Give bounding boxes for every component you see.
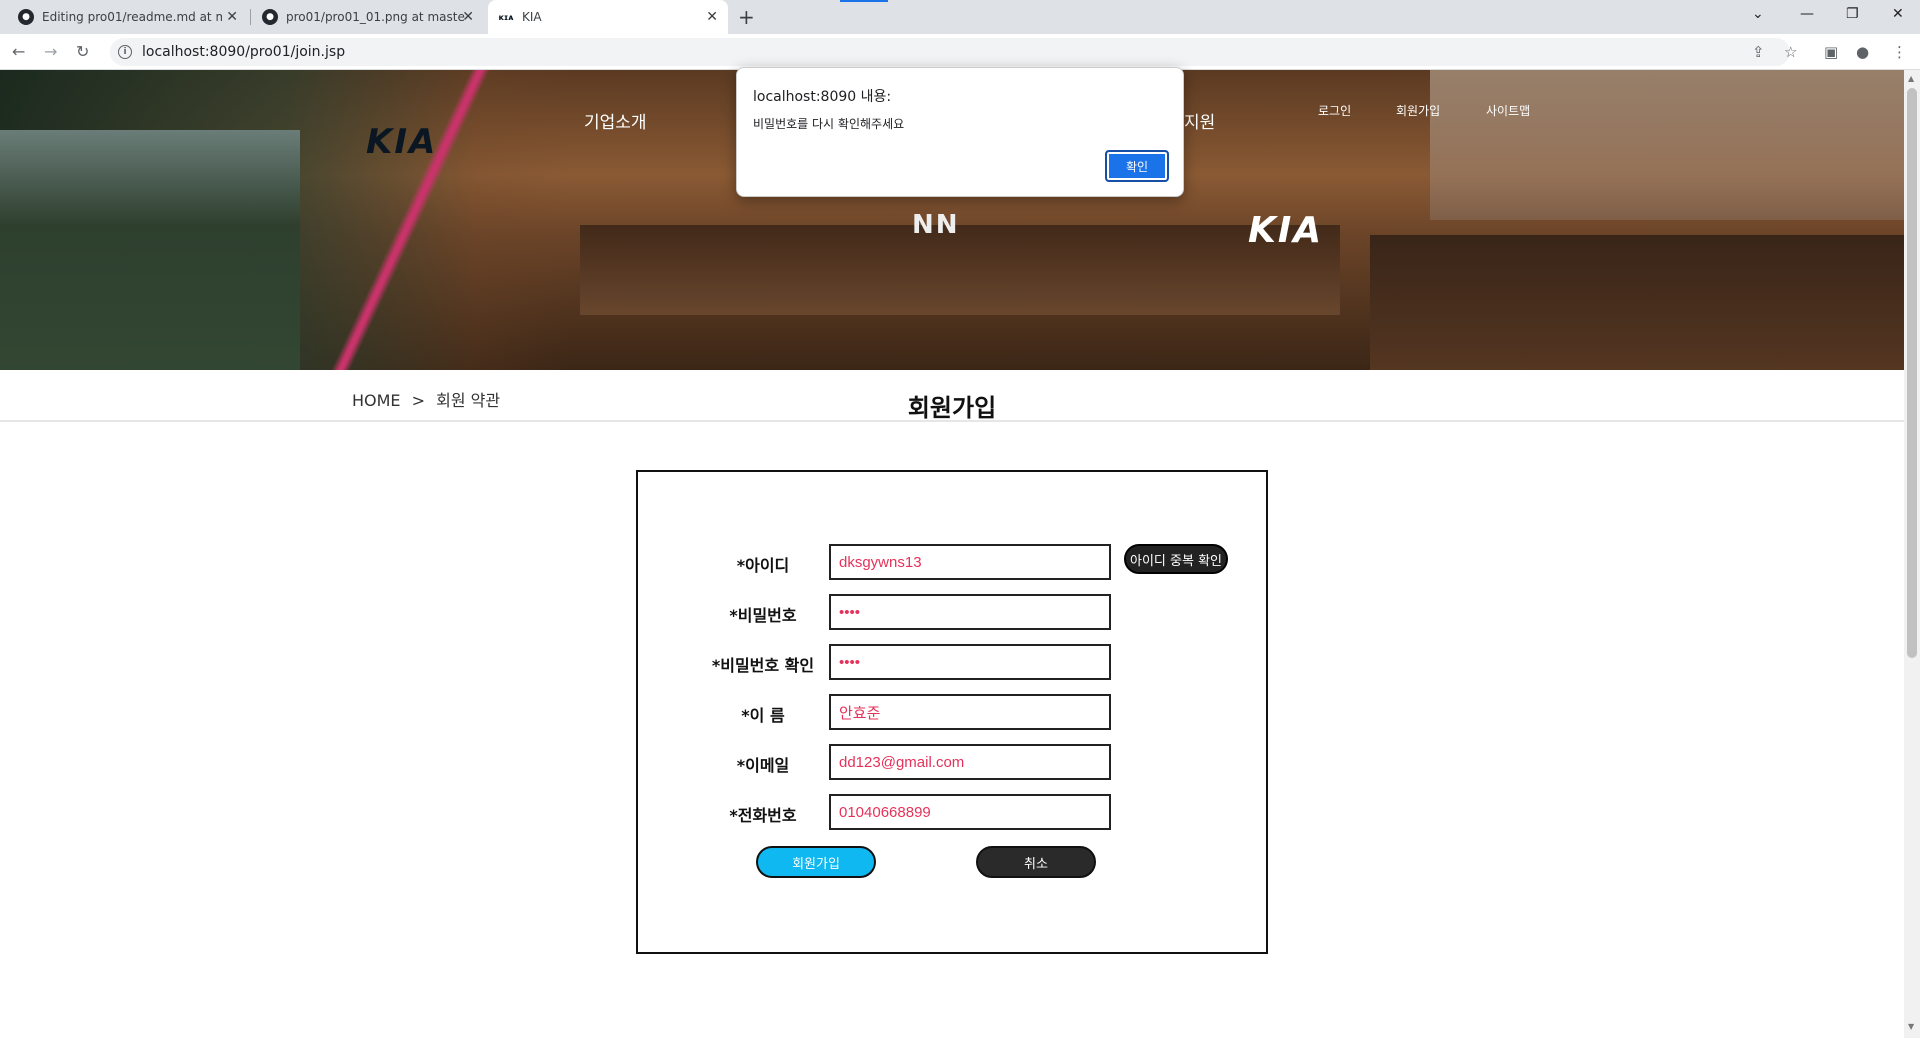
- github-icon: ●: [18, 9, 34, 25]
- cancel-button[interactable]: 취소: [976, 846, 1096, 878]
- login-link[interactable]: 로그인: [1318, 102, 1351, 119]
- page-scrollbar[interactable]: ▲ ▼: [1904, 70, 1920, 1038]
- reload-icon[interactable]: ↻: [76, 42, 89, 61]
- menu-icon[interactable]: ⋮: [1892, 43, 1907, 61]
- name-input[interactable]: 안효준: [829, 694, 1111, 730]
- restore-icon[interactable]: ❐: [1846, 6, 1859, 22]
- form-row-password-confirm: *비밀번호 확인 ••••: [638, 644, 1268, 680]
- scroll-up-icon[interactable]: ▲: [1908, 74, 1914, 83]
- close-icon[interactable]: ✕: [706, 9, 718, 25]
- form-row-id: *아이디 dksgywns13 아이디 중복 확인: [638, 544, 1268, 580]
- tab-kia[interactable]: ᴋɪᴀ KIA ✕: [488, 0, 728, 34]
- password-confirm-input[interactable]: ••••: [829, 644, 1111, 680]
- password-label: *비밀번호: [729, 606, 797, 625]
- sitemap-link[interactable]: 사이트맵: [1486, 102, 1530, 119]
- signup-submit-button[interactable]: 회원가입: [756, 846, 876, 878]
- tab-bar: ● Editing pro01/readme.md at ma ✕ ● pro0…: [0, 0, 1920, 34]
- form-row-email: *이메일 dd123@gmail.com: [638, 744, 1268, 780]
- tab-title: pro01/pro01_01.png at master: [286, 10, 466, 24]
- tab-title: KIA: [522, 10, 542, 24]
- github-icon: ●: [262, 9, 278, 25]
- kia-logo[interactable]: KIA: [366, 122, 437, 162]
- form-row-name: *이 름 안효준: [638, 694, 1268, 730]
- nav-item-support[interactable]: 지원: [1184, 108, 1215, 133]
- form-row-phone: *전화번호 01040668899: [638, 794, 1268, 830]
- alert-dialog: localhost:8090 내용: 비밀번호를 다시 확인해주세요 확인: [736, 67, 1184, 197]
- id-duplicate-check-button[interactable]: 아이디 중복 확인: [1124, 544, 1228, 574]
- alert-title: localhost:8090 내용:: [753, 89, 892, 105]
- minimize-icon[interactable]: —: [1800, 6, 1814, 22]
- tab-github-png[interactable]: ● pro01/pro01_01.png at master ✕: [252, 0, 484, 34]
- phone-input[interactable]: 01040668899: [829, 794, 1111, 830]
- kia-icon: ᴋɪᴀ: [498, 12, 514, 22]
- page-title: 회원가입: [907, 394, 997, 422]
- info-icon[interactable]: i: [118, 45, 132, 59]
- side-panel-icon[interactable]: ▣: [1824, 43, 1838, 61]
- window-close-icon[interactable]: ✕: [1892, 6, 1904, 22]
- tab-title: Editing pro01/readme.md at ma: [42, 10, 222, 24]
- page-content: KIA NN KIA 기업소개 지원 로그인 회원가입 사이트맵 HOME > …: [0, 70, 1904, 1038]
- url-text: localhost:8090/pro01/join.jsp: [142, 44, 346, 60]
- bookmark-star-icon[interactable]: ☆: [1784, 43, 1797, 61]
- scroll-down-icon[interactable]: ▼: [1908, 1022, 1914, 1031]
- profile-icon[interactable]: ●: [1856, 43, 1869, 61]
- scroll-thumb[interactable]: [1907, 88, 1917, 658]
- phone-label: *전화번호: [729, 806, 797, 825]
- browser-toolbar: ← → ↻ i localhost:8090/pro01/join.jsp ⇪ …: [0, 34, 1920, 70]
- form-row-password: *비밀번호 ••••: [638, 594, 1268, 630]
- nav-item-company[interactable]: 기업소개: [584, 108, 647, 133]
- back-icon[interactable]: ←: [12, 42, 25, 61]
- hero-sign-nn: NN: [912, 210, 960, 240]
- alert-ok-button[interactable]: 확인: [1105, 150, 1169, 182]
- alert-message: 비밀번호를 다시 확인해주세요: [753, 117, 905, 131]
- email-label: *이메일: [736, 756, 790, 775]
- tab-search-icon[interactable]: ⌄: [1752, 6, 1764, 22]
- close-icon[interactable]: ✕: [462, 9, 474, 25]
- password-confirm-label: *비밀번호 확인: [711, 656, 815, 675]
- forward-icon[interactable]: →: [44, 42, 57, 61]
- hero-trees-image: [0, 130, 300, 370]
- id-label: *아이디: [736, 556, 790, 575]
- new-tab-button[interactable]: +: [738, 5, 755, 29]
- hero-sign-kia: KIA: [1248, 210, 1324, 251]
- hero-panel-image: [580, 225, 1340, 315]
- hero-panel-image: [1370, 235, 1904, 370]
- loading-indicator: [840, 0, 888, 2]
- hero-window-image: [1430, 70, 1904, 220]
- password-input[interactable]: ••••: [829, 594, 1111, 630]
- hero-accent-stripe: [300, 70, 540, 370]
- tab-separator: [250, 9, 251, 25]
- signup-form: *아이디 dksgywns13 아이디 중복 확인 *비밀번호 •••• *비밀…: [636, 470, 1268, 954]
- id-input[interactable]: dksgywns13: [829, 544, 1111, 580]
- tab-github-readme[interactable]: ● Editing pro01/readme.md at ma ✕: [8, 0, 248, 34]
- signup-link[interactable]: 회원가입: [1396, 102, 1440, 119]
- address-bar[interactable]: i localhost:8090/pro01/join.jsp: [110, 38, 1790, 66]
- close-icon[interactable]: ✕: [226, 9, 238, 25]
- name-label: *이 름: [741, 706, 785, 725]
- email-input[interactable]: dd123@gmail.com: [829, 744, 1111, 780]
- share-icon[interactable]: ⇪: [1752, 43, 1765, 61]
